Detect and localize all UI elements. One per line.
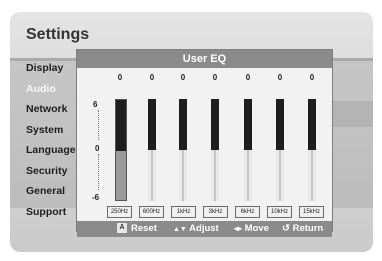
freq-label-600hz: 600Hz <box>139 206 164 218</box>
band-value-250hz: 0 <box>117 73 123 82</box>
slider-fill-upper <box>116 100 126 151</box>
band-value-10khz: 0 <box>277 73 283 82</box>
freq-label-15khz: 15kHz <box>299 206 324 218</box>
move-label: Move <box>244 223 269 234</box>
slider-fill-upper <box>179 99 187 150</box>
eq-slider-3khz[interactable] <box>211 99 219 201</box>
slider-fill-lower <box>311 150 313 201</box>
reset-hint[interactable]: A Reset <box>117 223 157 234</box>
user-eq-dialog: User EQ 6 0 -6 0 250Hz 0 600Hz 0 1kHz 0 <box>76 49 333 237</box>
eq-slider-250hz[interactable] <box>115 99 127 201</box>
band-value-3khz: 0 <box>212 73 218 82</box>
return-icon: ↺ <box>282 223 290 234</box>
slider-fill-lower <box>279 150 281 201</box>
slider-fill-upper <box>308 99 316 150</box>
tv-screen: Settings Display Audio Network System La… <box>10 12 373 252</box>
return-label: Return <box>292 223 324 234</box>
band-right-highlight <box>328 101 373 127</box>
scale-dots-lower <box>98 154 101 190</box>
slider-fill-upper <box>244 99 252 150</box>
a-button-icon: A <box>117 223 127 234</box>
slider-fill-upper <box>276 99 284 150</box>
scale-bottom-label: -6 <box>92 193 100 202</box>
freq-label-1khz: 1kHz <box>171 206 196 218</box>
freq-label-250hz: 250Hz <box>107 206 132 218</box>
eq-slider-1khz[interactable] <box>179 99 187 201</box>
eq-slider-6khz[interactable] <box>244 99 252 201</box>
adjust-hint: ▲▼ Adjust <box>173 223 219 234</box>
move-hint: ◂▸ Move <box>234 223 269 234</box>
return-hint[interactable]: ↺ Return <box>282 223 323 234</box>
slider-fill-lower <box>214 150 216 201</box>
scale-dots-upper <box>98 110 101 140</box>
reset-label: Reset <box>131 223 157 234</box>
dialog-footer: A Reset ▲▼ Adjust ◂▸ Move ↺ Return <box>77 221 332 237</box>
scale-top-label: 6 <box>93 100 98 109</box>
slider-fill-upper <box>211 99 219 150</box>
settings-title: Settings <box>26 26 90 43</box>
freq-label-6khz: 6kHz <box>235 206 260 218</box>
eq-slider-10khz[interactable] <box>276 99 284 201</box>
band-value-600hz: 0 <box>149 73 155 82</box>
band-value-15khz: 0 <box>309 73 315 82</box>
eq-slider-15khz[interactable] <box>308 99 316 201</box>
slider-fill-lower <box>247 150 249 201</box>
band-value-6khz: 0 <box>245 73 251 82</box>
up-down-arrows-icon: ▲▼ <box>173 226 187 233</box>
slider-fill-lower <box>182 150 184 201</box>
freq-label-3khz: 3kHz <box>203 206 228 218</box>
scale-mid-label: 0 <box>95 144 100 153</box>
left-right-arrows-icon: ◂▸ <box>234 224 243 233</box>
slider-fill-upper <box>148 99 156 150</box>
freq-label-10khz: 10kHz <box>267 206 292 218</box>
band-value-1khz: 0 <box>180 73 186 82</box>
adjust-label: Adjust <box>189 223 219 234</box>
dialog-title: User EQ <box>77 50 332 68</box>
slider-fill-lower <box>151 150 153 201</box>
eq-slider-600hz[interactable] <box>148 99 156 201</box>
